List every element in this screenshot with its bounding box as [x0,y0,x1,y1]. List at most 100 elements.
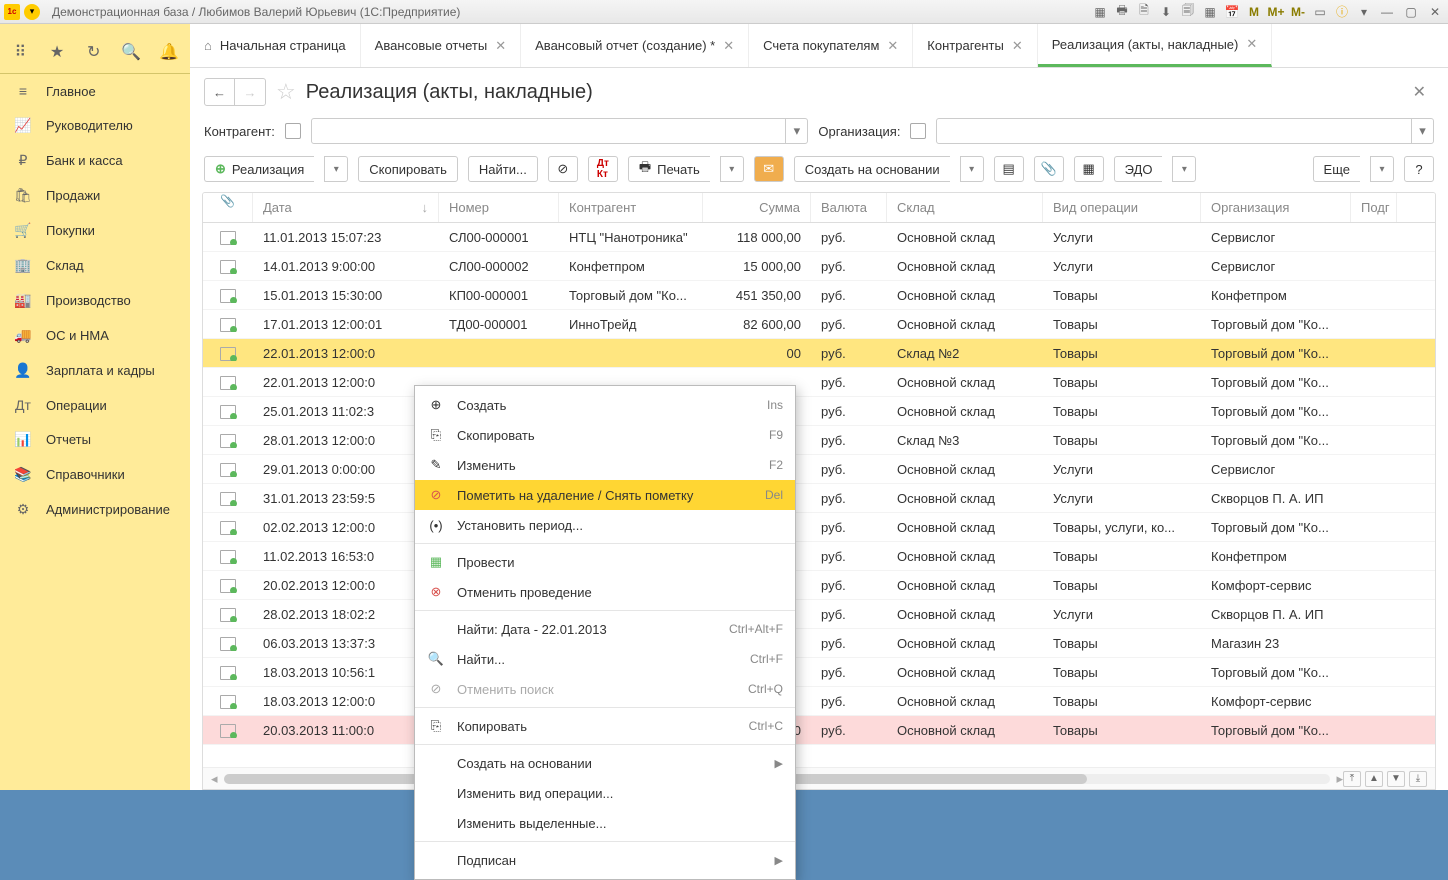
more-dropdown[interactable]: ▾ [1370,156,1394,182]
tab[interactable]: ⌂Начальная страница [190,24,361,67]
table-row[interactable]: 22.01.2013 12:00:0 00 руб. Склад №2 Това… [203,339,1435,368]
table-row[interactable]: 20.02.2013 12:00:0 руб. Основной склад Т… [203,571,1435,600]
context-menu-item[interactable]: ▦ Провести [415,547,795,577]
sidebar-item[interactable]: 📊Отчеты [0,422,190,457]
create-base-dropdown[interactable]: ▾ [960,156,984,182]
sidebar-item[interactable]: ⚙Администрирование [0,492,190,527]
grid-nav-top[interactable]: ⤒ [1343,771,1361,787]
close-button[interactable]: ✕ [1426,4,1444,20]
sidebar-item[interactable]: ₽Банк и касса [0,143,190,178]
col-date[interactable]: Дата↓ [253,193,439,222]
sidebar-item[interactable]: 🏢Склад [0,248,190,283]
table-row[interactable]: 15.01.2013 15:30:00 КП00-000001 Торговый… [203,281,1435,310]
favorites-icon[interactable]: ★ [49,43,66,61]
print-button[interactable]: 🖶 Печать [628,156,710,182]
tool-icon-2[interactable]: ▦ [1074,156,1104,182]
table-row[interactable]: 11.01.2013 15:07:23 СЛ00-000001 НТЦ "Нан… [203,223,1435,252]
context-menu-item[interactable]: Создать на основании ▶ [415,748,795,778]
notifications-icon[interactable]: 🔔 [160,43,178,61]
filter-org-combo[interactable]: ▾ [936,118,1434,144]
table-row[interactable]: 29.01.2013 0:00:00 руб. Основной склад У… [203,455,1435,484]
tb-icon[interactable]: 🗐 [1180,4,1196,20]
filter-contragent-combo[interactable]: ▾ [311,118,809,144]
favorite-star-icon[interactable]: ☆ [276,79,296,105]
col-sum[interactable]: Сумма [703,193,811,222]
col-operation[interactable]: Вид операции [1043,193,1201,222]
history-icon[interactable]: ↻ [85,43,102,61]
sidebar-item[interactable]: 🚚ОС и НМА [0,318,190,353]
tab-close-icon[interactable]: ✕ [887,38,898,54]
table-row[interactable]: 31.01.2013 23:59:5 руб. Основной склад У… [203,484,1435,513]
sidebar-item[interactable]: 🛒Покупки [0,213,190,248]
m-minus-button[interactable]: M- [1290,4,1306,20]
create-base-button[interactable]: Создать на основании [794,156,950,182]
grid-nav-bottom[interactable]: ⤓ [1409,771,1427,787]
edo-button[interactable]: ЭДО [1114,156,1163,182]
create-dropdown[interactable]: ▾ [324,156,348,182]
copy-button[interactable]: Скопировать [358,156,458,182]
tb-icon[interactable]: ⬇ [1158,4,1174,20]
table-row[interactable]: 25.01.2013 11:02:3 руб. Основной склад Т… [203,397,1435,426]
close-page-button[interactable]: ✕ [1413,82,1434,102]
calc-icon[interactable]: ▦ [1202,4,1218,20]
tool-icon-1[interactable]: ▤ [994,156,1024,182]
dtkt-button[interactable]: ДтКт [588,156,618,182]
table-row[interactable]: 18.03.2013 10:56:1 руб. Основной склад Т… [203,658,1435,687]
tb-icon[interactable]: ▦ [1092,4,1108,20]
find-button[interactable]: Найти... [468,156,538,182]
cancel-search-button[interactable]: ⊘ [548,156,578,182]
context-menu-item[interactable]: (•) Установить период... [415,510,795,540]
sidebar-item[interactable]: 📚Справочники [0,457,190,492]
sidebar-item[interactable]: 🛍Продажи [0,178,190,213]
table-row[interactable]: 28.01.2013 12:00:0 руб. Склад №3 Товары … [203,426,1435,455]
table-row[interactable]: 02.02.2013 12:00:0 руб. Основной склад Т… [203,513,1435,542]
maximize-button[interactable]: ▢ [1402,4,1420,20]
col-currency[interactable]: Валюта [811,193,887,222]
print-dropdown[interactable]: ▾ [720,156,744,182]
context-menu-item[interactable]: ⊕ Создать Ins [415,390,795,420]
sidebar-item[interactable]: ДтОперации [0,388,190,422]
attach-button[interactable]: 📎 [1034,156,1064,182]
info-icon[interactable]: ⓘ [1334,4,1350,20]
email-button[interactable]: ✉ [754,156,784,182]
table-row[interactable]: 18.03.2013 12:00:0 руб. Основной склад Т… [203,687,1435,716]
col-number[interactable]: Номер [439,193,559,222]
tab-close-icon[interactable]: ✕ [723,38,734,54]
col-store[interactable]: Склад [887,193,1043,222]
sidebar-item[interactable]: 👤Зарплата и кадры [0,353,190,388]
table-row[interactable]: 17.01.2013 12:00:01 ТД00-000001 ИнноТрей… [203,310,1435,339]
tab-close-icon[interactable]: ✕ [1012,38,1023,54]
sidebar-item[interactable]: ≡Главное [0,74,190,108]
table-row[interactable]: 22.01.2013 12:00:0 руб. Основной склад Т… [203,368,1435,397]
context-menu-item[interactable]: ⊗ Отменить проведение [415,577,795,607]
context-menu-item[interactable]: ⊘ Пометить на удаление / Снять пометку D… [415,480,795,510]
apps-icon[interactable]: ⠿ [12,43,29,61]
tab[interactable]: Счета покупателям✕ [749,24,913,67]
filter-org-checkbox[interactable] [910,123,926,139]
preview-icon[interactable]: 🗎 [1136,4,1152,20]
tab[interactable]: Контрагенты✕ [913,24,1037,67]
table-row[interactable]: 06.03.2013 13:37:3 руб. Основной склад Т… [203,629,1435,658]
minimize-button[interactable]: — [1378,4,1396,20]
dropdown-icon[interactable]: ▾ [1356,4,1372,20]
context-menu-item[interactable]: 🔍 Найти... Ctrl+F [415,644,795,674]
context-menu-item[interactable]: Найти: Дата - 22.01.2013 Ctrl+Alt+F [415,614,795,644]
create-button[interactable]: ⊕Реализация [204,156,314,182]
tab[interactable]: Авансовые отчеты✕ [361,24,521,67]
table-row[interactable]: 11.02.2013 16:53:0 руб. Основной склад Т… [203,542,1435,571]
context-menu-item[interactable]: ⎘ Скопировать F9 [415,420,795,450]
tab-close-icon[interactable]: ✕ [495,38,506,54]
context-menu-item[interactable]: ⎘ Копировать Ctrl+C [415,711,795,741]
help-button[interactable]: ? [1404,156,1434,182]
table-row[interactable]: 28.02.2013 18:02:2 руб. Основной склад У… [203,600,1435,629]
nav-forward-button[interactable]: → [235,79,265,105]
filter-contragent-checkbox[interactable] [285,123,301,139]
sidebar-item[interactable]: 🏭Производство [0,283,190,318]
edo-dropdown[interactable]: ▾ [1172,156,1196,182]
m-button[interactable]: M [1246,4,1262,20]
tab-close-icon[interactable]: ✕ [1246,36,1257,52]
table-row[interactable]: 14.01.2013 9:00:00 СЛ00-000002 Конфетпро… [203,252,1435,281]
col-attach[interactable]: 📎 [203,193,253,222]
grid-nav-up[interactable]: ▲ [1365,771,1383,787]
col-org[interactable]: Организация [1201,193,1351,222]
